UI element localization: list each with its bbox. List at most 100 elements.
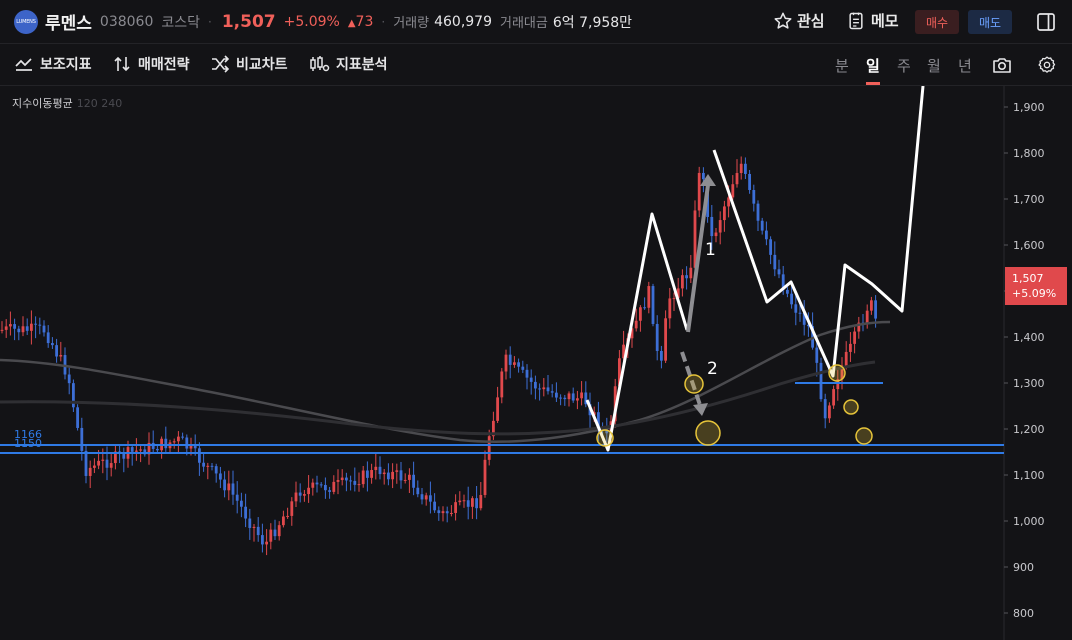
candle-body xyxy=(744,163,747,174)
candle-body xyxy=(454,502,457,513)
candle-body xyxy=(681,275,684,289)
candle-body xyxy=(164,438,168,449)
price-tag-percent: +5.09% xyxy=(1012,287,1057,300)
candle-body xyxy=(403,479,407,481)
candle-body xyxy=(349,480,352,482)
candle-body xyxy=(735,173,739,185)
candle-body xyxy=(424,495,428,500)
buy-button[interactable]: 매수 xyxy=(915,10,959,34)
strategy-icon xyxy=(114,56,130,72)
sell-button[interactable]: 매도 xyxy=(968,10,1012,34)
candle-body xyxy=(13,324,16,329)
interest-button[interactable]: 관심 xyxy=(773,10,825,31)
panel-toggle-button[interactable] xyxy=(1035,11,1057,33)
y-axis-tick-label: 1,600 xyxy=(1013,239,1045,252)
candle-body xyxy=(202,462,205,467)
candlestick-series xyxy=(0,156,877,556)
candle-body xyxy=(282,516,285,526)
candle-body xyxy=(739,163,743,174)
indicator-button[interactable]: 보조지표 xyxy=(14,54,92,74)
settings-button[interactable] xyxy=(1035,53,1059,77)
strategy-button[interactable]: 매매전략 xyxy=(112,54,190,74)
analysis-button[interactable]: 지표분석 xyxy=(308,54,388,74)
candle-body xyxy=(702,172,705,180)
candle-body xyxy=(324,484,327,491)
period-year[interactable]: 년 xyxy=(958,55,972,76)
candle-body xyxy=(441,511,445,514)
candle-body xyxy=(391,471,394,480)
ma-legend-periods: 120 240 xyxy=(76,97,123,110)
candle-body xyxy=(277,525,281,537)
candle-body xyxy=(25,326,29,331)
candle-body xyxy=(290,501,294,516)
indicator-icon xyxy=(15,58,32,71)
candle-body xyxy=(773,254,777,270)
candle-body xyxy=(760,220,764,231)
candle-body xyxy=(80,427,84,451)
volume-label: 거래량 xyxy=(393,16,430,31)
y-axis-tick-label: 1,700 xyxy=(1013,193,1045,206)
candle-body xyxy=(765,230,768,240)
ma-120-line xyxy=(0,320,891,444)
compare-button[interactable]: 비교차트 xyxy=(210,54,288,74)
candle-body xyxy=(294,492,298,502)
candle-body xyxy=(555,392,558,398)
candle-body xyxy=(475,498,478,509)
y-axis: 1,9001,8001,7001,6001,5001,4001,3001,200… xyxy=(1004,101,1045,620)
period-minute[interactable]: 분 xyxy=(835,55,849,76)
candle-body xyxy=(508,354,512,365)
marker-circle xyxy=(843,399,859,415)
y-axis-tick-label: 1,900 xyxy=(1013,101,1045,114)
candle-body xyxy=(51,343,54,346)
candle-body xyxy=(231,483,235,495)
marker-circle xyxy=(684,374,704,394)
candle-body xyxy=(756,203,760,221)
candle-body xyxy=(374,466,378,471)
candle-body xyxy=(685,275,688,279)
candle-body xyxy=(844,351,848,366)
candle-body xyxy=(177,436,180,442)
candle-body xyxy=(517,362,520,367)
candle-body xyxy=(748,173,751,190)
candle-body xyxy=(769,239,772,255)
candle-body xyxy=(387,472,390,480)
y-axis-tick-label: 1,100 xyxy=(1013,469,1045,482)
candle-body xyxy=(504,354,508,372)
candle-body xyxy=(487,436,491,460)
period-week[interactable]: 주 xyxy=(897,55,911,76)
candle-body xyxy=(105,459,109,468)
candle-body xyxy=(500,371,504,398)
candle-body xyxy=(563,397,567,400)
candle-body xyxy=(479,494,483,509)
current-price: 1,507 xyxy=(221,11,276,32)
memo-button[interactable]: 메모 xyxy=(846,10,899,31)
price-chart[interactable]: 1,9001,8001,7001,6001,5001,4001,3001,200… xyxy=(0,86,1072,640)
candle-body xyxy=(672,298,676,300)
screenshot-button[interactable] xyxy=(990,53,1014,77)
candle-body xyxy=(471,498,474,507)
candle-body xyxy=(244,506,247,519)
candle-body xyxy=(261,535,264,545)
candle-body xyxy=(223,479,226,491)
y-axis-tick-label: 800 xyxy=(1013,607,1034,620)
period-month[interactable]: 월 xyxy=(927,55,941,76)
candle-body xyxy=(697,172,701,211)
candle-body xyxy=(315,482,319,485)
indicator-label: 보조지표 xyxy=(40,57,92,73)
candle-body xyxy=(689,267,693,279)
candle-body xyxy=(17,328,21,333)
period-day[interactable]: 일 xyxy=(866,55,880,76)
candle-body xyxy=(546,387,550,392)
candle-body xyxy=(156,448,159,451)
ma-legend[interactable]: 지수이동평균 120 240 xyxy=(12,95,122,111)
candle-body xyxy=(668,298,672,319)
memo-label: 메모 xyxy=(871,12,899,30)
candle-body xyxy=(130,447,134,452)
sidebar-panel-icon xyxy=(1037,13,1055,31)
candle-body xyxy=(651,286,655,324)
candle-body xyxy=(366,470,369,478)
candle-body xyxy=(647,286,651,308)
y-axis-tick-label: 1,800 xyxy=(1013,147,1045,160)
candle-body xyxy=(529,377,533,382)
candle-body xyxy=(139,449,142,451)
